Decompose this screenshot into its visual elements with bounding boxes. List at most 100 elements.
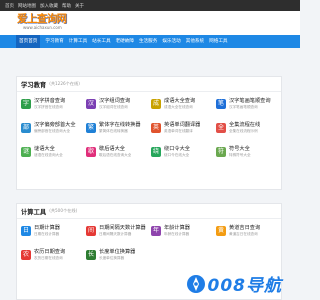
tool-desc: 特殊符号大全: [229, 153, 251, 157]
nav-item-webmaster[interactable]: 站长工具: [92, 35, 110, 48]
tool-name[interactable]: 长度单位换算器: [99, 249, 135, 256]
top-link-about[interactable]: 关于: [75, 3, 84, 9]
tool-item[interactable]: 部汉字偏旁部首大全 偏旁部首在线查询大全: [21, 120, 83, 142]
top-link-home[interactable]: 首页: [5, 3, 14, 9]
tool-desc: 歇后语在线查询大全: [99, 153, 132, 157]
tool-icon: 英: [151, 123, 161, 133]
section-count: (共500个在线): [49, 208, 78, 213]
tool-item[interactable]: 繁繁体字在线转换器 繁简体在线转换器: [86, 120, 148, 142]
tool-text: 长度单位换算器 长度单位换算器: [99, 247, 135, 269]
tool-name[interactable]: 农历日期查询: [34, 249, 65, 256]
tool-text: 歇后语大全 歇后语在线查询大全: [99, 144, 131, 166]
tool-desc: 年龄在线计算器: [164, 232, 190, 236]
tool-text: 汉字拼音查询 汉字拼音在线查询: [34, 96, 65, 118]
tool-name[interactable]: 英语单词翻译器: [164, 122, 200, 129]
section-count: (共1226个在线): [49, 81, 80, 86]
watermark-text: 008导航: [207, 276, 282, 296]
tool-text: 汉字偏旁部首大全 偏旁部首在线查询大全: [34, 120, 76, 142]
tool-name[interactable]: 日期计算器: [34, 225, 60, 232]
tool-icon: 年: [151, 226, 161, 236]
section-study: 学习教育 (共1226个在线) 字汉字拼音查询 汉字拼音在线查询汉汉字组词查询 汉字…: [16, 76, 282, 190]
tool-text: 全集流程在线 全集在线流程示例: [229, 120, 260, 142]
tool-item[interactable]: 符符号大全 特殊符号大全: [216, 144, 278, 166]
top-link-sitemap[interactable]: 网站地图: [18, 3, 36, 9]
tool-text: 繁体字在线转换器 繁简体在线转换器: [99, 120, 141, 142]
tool-text: 黄道吉日查询 黄道吉日在线查询: [229, 223, 260, 245]
tool-desc: 农历日期在线查询: [34, 256, 63, 260]
tool-text: 谜语大全 谜语在线查询大全: [34, 144, 63, 166]
nav-item-other[interactable]: 其他系统: [186, 35, 204, 48]
tool-item[interactable]: 农农历日期查询 农历日期在线查询: [21, 247, 83, 269]
nav-item-network[interactable]: 网络工具: [209, 35, 227, 48]
top-link-help[interactable]: 帮助: [62, 3, 71, 9]
tool-name[interactable]: 黄道吉日查询: [229, 225, 260, 232]
tool-text: 年龄计算器 年龄在线计算器: [164, 223, 190, 245]
tool-icon: 字: [21, 99, 31, 109]
tool-name[interactable]: 绕口令大全: [164, 146, 190, 153]
tool-desc: 日期间隔天数计算器: [99, 232, 132, 236]
site-logo[interactable]: 爱上查询网 www.aichaxun.com: [17, 13, 67, 33]
watermark: 008导航: [186, 271, 283, 296]
tool-icon: 谜: [21, 147, 31, 157]
nav-item-study[interactable]: 学习教育: [45, 35, 63, 48]
section-title: 计算工具: [21, 208, 47, 216]
tool-name[interactable]: 汉字组词查询: [99, 98, 130, 105]
tool-item[interactable]: 笔汉字笔画笔顺查询 汉字笔画笔顺查询: [216, 96, 278, 118]
tool-item[interactable]: 英英语单词翻译器 英语单词在线翻译: [151, 120, 213, 142]
tool-item[interactable]: 全全集流程在线 全集在线流程示例: [216, 120, 278, 142]
tool-item[interactable]: 日日期计算器 日期在线计算器: [21, 223, 83, 245]
nav-item-home[interactable]: 首页首页: [16, 35, 41, 48]
tool-desc: 成语大全在线查询: [164, 105, 193, 109]
top-bar: 首页 网站地图 加入收藏 帮助 关于: [0, 0, 300, 11]
main-nav: 首页首页 学习教育 计算工具 站长工具 老硬故障 生活服务 娱乐活动 其他系统 …: [0, 35, 300, 48]
tool-name[interactable]: 符号大全: [229, 146, 251, 153]
tool-item[interactable]: 歇歇后语大全 歇后语在线查询大全: [86, 144, 148, 166]
tool-name[interactable]: 年龄计算器: [164, 225, 190, 232]
tool-name[interactable]: 成语大全查询: [164, 98, 195, 105]
tool-item[interactable]: 汉汉字组词查询 汉字组词在线查询: [86, 96, 148, 118]
tool-icon: 符: [216, 147, 226, 157]
tool-item[interactable]: 间日期间隔天数计算器 日期间隔天数计算器: [86, 223, 148, 245]
tool-item[interactable]: 年年龄计算器 年龄在线计算器: [151, 223, 213, 245]
tool-name[interactable]: 汉字偏旁部首大全: [34, 122, 76, 129]
tool-desc: 黄道吉日在线查询: [229, 232, 258, 236]
tool-item[interactable]: 谜谜语大全 谜语在线查询大全: [21, 144, 83, 166]
tool-item[interactable]: 黄黄道吉日查询 黄道吉日在线查询: [216, 223, 278, 245]
compass-icon: [186, 274, 205, 293]
tool-icon: 部: [21, 123, 31, 133]
site-header: 爱上查询网 www.aichaxun.com: [0, 11, 300, 35]
section-header: 计算工具 (共500个在线): [17, 204, 281, 219]
tool-item[interactable]: 成成语大全查询 成语大全在线查询: [151, 96, 213, 118]
tool-name[interactable]: 全集流程在线: [229, 122, 260, 129]
tool-icon: 繁: [86, 123, 96, 133]
tool-name[interactable]: 谜语大全: [34, 146, 63, 153]
logo-subtext: www.aichaxun.com: [23, 25, 62, 30]
tool-icon: 汉: [86, 99, 96, 109]
tool-desc: 偏旁部首在线查询大全: [34, 129, 70, 133]
nav-item-hardware[interactable]: 老硬故障: [116, 35, 134, 48]
tool-icon: 绕: [151, 147, 161, 157]
tool-name[interactable]: 汉字笔画笔顺查询: [229, 98, 271, 105]
tool-desc: 汉字组词在线查询: [99, 105, 128, 109]
nav-item-life[interactable]: 生活服务: [139, 35, 157, 48]
top-link-favorite[interactable]: 加入收藏: [40, 3, 58, 9]
logo-text: 爱上查询网: [17, 13, 67, 25]
tool-text: 农历日期查询 农历日期在线查询: [34, 247, 65, 269]
tool-name[interactable]: 日期间隔天数计算器: [99, 225, 146, 232]
tool-desc: 谜语在线查询大全: [34, 153, 63, 157]
tool-desc: 英语单词在线翻译: [164, 129, 193, 133]
tool-name[interactable]: 繁体字在线转换器: [99, 122, 141, 129]
tool-name[interactable]: 歇后语大全: [99, 146, 131, 153]
tool-text: 汉字组词查询 汉字组词在线查询: [99, 96, 130, 118]
nav-item-fun[interactable]: 娱乐活动: [162, 35, 180, 48]
nav-item-calc[interactable]: 计算工具: [69, 35, 87, 48]
tool-item[interactable]: 长长度单位换算器 长度单位换算器: [86, 247, 148, 269]
tool-item[interactable]: 绕绕口令大全 绕口令在线大全: [151, 144, 213, 166]
tool-icon: 日: [21, 226, 31, 236]
tool-item[interactable]: 字汉字拼音查询 汉字拼音在线查询: [21, 96, 83, 118]
tool-icon: 全: [216, 123, 226, 133]
tool-text: 汉字笔画笔顺查询 汉字笔画笔顺查询: [229, 96, 271, 118]
tool-text: 成语大全查询 成语大全在线查询: [164, 96, 195, 118]
tool-name[interactable]: 汉字拼音查询: [34, 98, 65, 105]
section-title: 学习教育: [21, 81, 47, 89]
